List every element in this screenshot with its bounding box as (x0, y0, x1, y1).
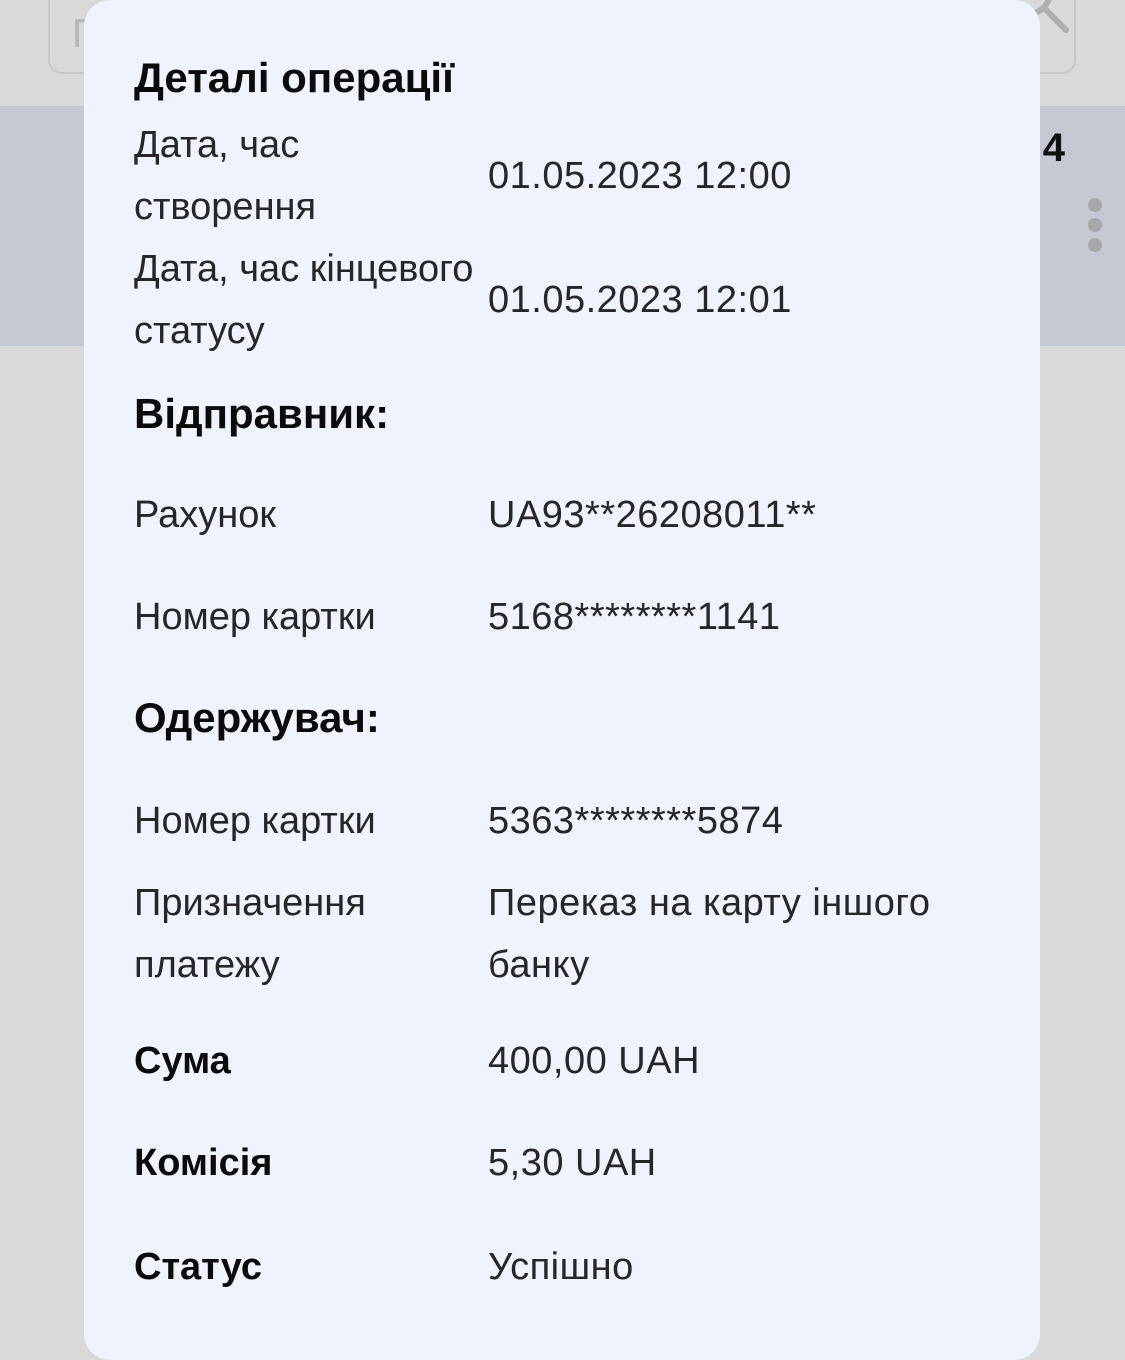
sender-heading: Відправник: (134, 390, 390, 437)
more-options-icon (1083, 198, 1107, 258)
amount-row: Сума 400,00 UAH (134, 1030, 992, 1092)
final-status-time-value: 01.05.2023 12:01 (488, 279, 792, 321)
payment-purpose-value: Переказ на карту іншого банку (488, 882, 931, 986)
sender-card-row: Номер картки 5168********1141 (134, 586, 992, 648)
fee-value: 5,30 UAH (488, 1142, 657, 1184)
status-label: Статус (134, 1246, 263, 1288)
sender-account-label: Рахунок (134, 494, 276, 536)
sender-card-value: 5168********1141 (488, 596, 781, 638)
created-value: 01.05.2023 12:00 (488, 155, 792, 197)
sender-card-label: Номер картки (134, 596, 376, 638)
created-row: Дата, час створення 01.05.2023 12:00 (134, 114, 992, 238)
recipient-card-label: Номер картки (134, 800, 376, 842)
recipient-heading: Одержувач: (134, 694, 380, 741)
status-row: Статус Успішно (134, 1236, 992, 1298)
final-status-time-label: Дата, час кінцевого статусу (134, 248, 474, 352)
created-label: Дата, час створення (134, 124, 317, 228)
status-value: Успішно (488, 1246, 634, 1288)
final-status-time-row: Дата, час кінцевого статусу 01.05.2023 1… (134, 238, 992, 362)
amount-value: 400,00 UAH (488, 1040, 701, 1082)
modal-title: Деталі операції (134, 54, 454, 101)
recipient-card-row: Номер картки 5363********5874 (134, 790, 992, 852)
payment-purpose-row: Призначення платежу Переказ на карту інш… (134, 872, 992, 996)
fee-row: Комісія 5,30 UAH (134, 1132, 992, 1194)
background-amount-fragment: 4 (1042, 126, 1065, 170)
payment-purpose-label: Призначення платежу (134, 882, 366, 986)
operation-details-modal: Деталі операції Дата, час створення 01.0… (84, 0, 1040, 1360)
sender-account-row: Рахунок UA93**26208011** (134, 484, 992, 546)
recipient-card-value: 5363********5874 (488, 800, 784, 842)
amount-label: Сума (134, 1040, 231, 1082)
fee-label: Комісія (134, 1142, 273, 1184)
sender-account-value: UA93**26208011** (488, 494, 817, 536)
